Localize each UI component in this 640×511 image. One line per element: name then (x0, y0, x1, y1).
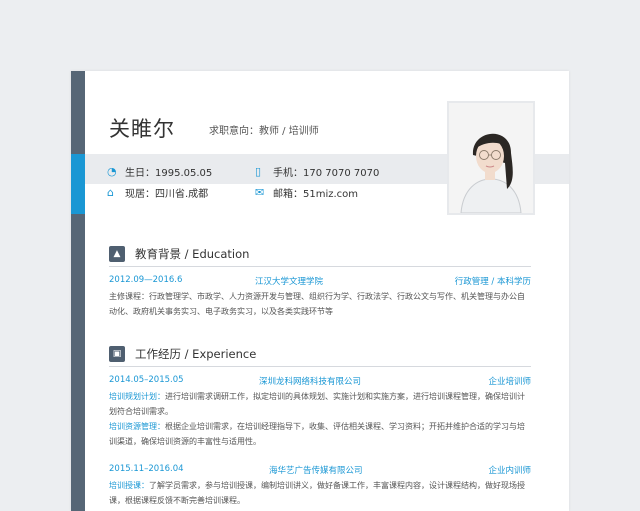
residence-info: ⌂ 现居：四川省.成都 (107, 185, 208, 200)
job-position: 企业内训师 (488, 466, 531, 476)
phone-text: 手机：170 7070 7070 (273, 168, 380, 179)
portrait-image (449, 103, 533, 214)
duty-text: 进行培训需求调研工作，拟定培训的具体规划、实施计划和实施方案，进行培训课程管理，… (109, 392, 525, 416)
duty-text: 根据企业培训需求，在培训经理指导下，收集、评估相关课程、学习资料；开拓并维护合适… (109, 422, 525, 446)
education-title: 教育背景 / Education (135, 247, 250, 261)
briefcase-icon: ▣ (109, 346, 125, 362)
job-duty-paragraph: 培训授课：了解学员需求，参与培训授课，编制培训讲义，做好备课工作，丰富课程内容，… (109, 478, 531, 508)
experience-title: 工作经历 / Experience (135, 347, 257, 361)
job-entry-row: 2015.11–2016.04 海华艺广告传媒有限公司 企业内训师 (109, 464, 531, 476)
duty-label: 培训授课： (109, 481, 149, 490)
education-major: 行政管理 / 本科学历 (454, 277, 531, 287)
phone-info: ▯ 手机：170 7070 7070 (255, 164, 379, 179)
birthday-cake-icon: ◔ (107, 165, 117, 178)
experience-section-header: ▣ 工作经历 / Experience (109, 346, 256, 362)
resume-page: 关睢尔 求职意向：教师 / 培训师 ◔ 生日：1995.05.05 ▯ 手机：1… (71, 71, 569, 511)
candidate-name: 关睢尔 (109, 117, 175, 141)
email-info: ✉ 邮箱：51miz.com (255, 185, 358, 200)
residence-text: 现居：四川省.成都 (125, 189, 209, 200)
job-intent: 求职意向：教师 / 培训师 (209, 126, 319, 137)
job-duty-paragraph: 培训资源管理：根据企业培训需求，在培训经理指导下，收集、评估相关课程、学习资料；… (109, 419, 531, 449)
education-school: 江汉大学文理学院 (255, 277, 324, 287)
phone-icon: ▯ (255, 165, 262, 178)
duty-text: 了解学员需求，参与培训授课，编制培训讲义，做好备课工作，丰富课程内容，设计课程结… (109, 481, 525, 505)
mail-icon: ✉ (255, 186, 265, 199)
job-duty-paragraph: 培训规划计划：进行培训需求调研工作，拟定培训的具体规划、实施计划和实施方案，进行… (109, 389, 531, 419)
birth-text: 生日：1995.05.05 (125, 168, 213, 179)
duty-label: 培训规划计划： (109, 392, 165, 401)
job-company: 深圳龙科网络科技有限公司 (259, 377, 362, 387)
experience-divider (109, 366, 531, 367)
education-divider (109, 266, 531, 267)
education-section-header: ▲ 教育背景 / Education (109, 246, 249, 262)
job-position: 企业培训师 (488, 377, 531, 387)
duty-label: 培训资源管理： (109, 422, 165, 431)
left-sidebar-accent (71, 154, 85, 214)
education-description: 主修课程：行政管理学、市政学、人力资源开发与管理、组织行为学、行政法学、行政公文… (109, 292, 525, 316)
location-icon: ⌂ (107, 186, 114, 199)
email-text: 邮箱：51miz.com (273, 189, 359, 200)
job-company: 海华艺广告传媒有限公司 (269, 466, 363, 476)
job-date: 2015.11–2016.04 (109, 464, 184, 474)
education-date: 2012.09—2016.6 (109, 275, 183, 285)
profile-photo (447, 101, 535, 215)
left-sidebar-bar (71, 71, 85, 511)
job-date: 2014.05–2015.05 (109, 375, 184, 385)
graduation-cap-icon: ▲ (109, 246, 125, 262)
job-entry-row: 2014.05–2015.05 深圳龙科网络科技有限公司 企业培训师 (109, 375, 531, 387)
education-entry-row: 2012.09—2016.6 江汉大学文理学院 行政管理 / 本科学历 (109, 275, 531, 287)
birth-info: ◔ 生日：1995.05.05 (107, 164, 212, 179)
